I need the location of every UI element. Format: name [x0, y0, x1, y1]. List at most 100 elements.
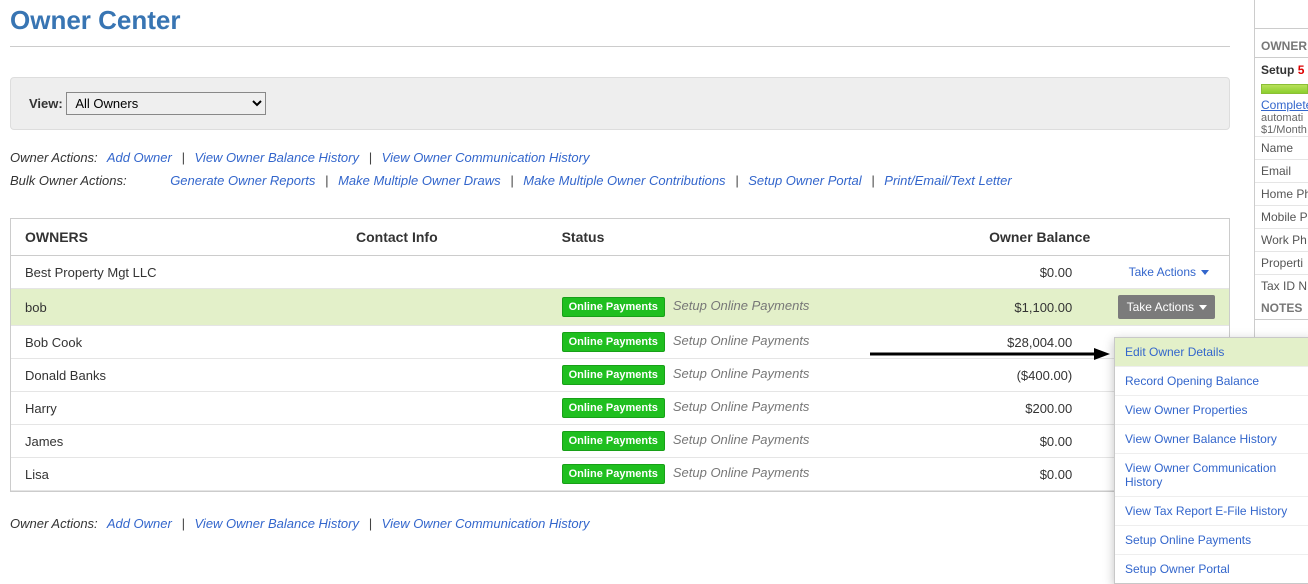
- status-cell: Online Payments Setup Online Payments: [548, 289, 964, 326]
- contact-info-cell: [342, 326, 548, 359]
- menu-item-view-owner-balance-history[interactable]: View Owner Balance History: [1115, 425, 1308, 454]
- view-filter-bar: View: All Owners: [10, 77, 1230, 130]
- online-payments-button[interactable]: Online Payments: [562, 365, 665, 385]
- setup-online-payments-link[interactable]: Setup Online Payments: [673, 333, 810, 348]
- separator: |: [181, 516, 184, 531]
- complete-link[interactable]: Complete: [1255, 98, 1308, 112]
- title-divider: [10, 46, 1230, 47]
- contact-info-cell: [342, 256, 548, 289]
- side-field-properti: Properti: [1255, 251, 1308, 274]
- menu-item-view-tax-report-e-file-history[interactable]: View Tax Report E-File History: [1115, 497, 1308, 526]
- side-title: OWNER: [1255, 35, 1308, 58]
- view-owner-balance-history-link[interactable]: View Owner Balance History: [195, 516, 360, 531]
- separator: |: [510, 173, 513, 188]
- online-payments-button[interactable]: Online Payments: [562, 297, 665, 317]
- status-cell: [548, 256, 964, 289]
- generate-owner-reports-link[interactable]: Generate Owner Reports: [170, 173, 315, 188]
- menu-item-setup-online-payments[interactable]: Setup Online Payments: [1115, 526, 1308, 555]
- owner-actions-line: Owner Actions: Add Owner | View Owner Ba…: [10, 150, 1230, 165]
- setup-online-payments-link[interactable]: Setup Online Payments: [673, 465, 810, 480]
- owner-actions-label: Owner Actions:: [10, 516, 98, 531]
- side-field-email: Email: [1255, 159, 1308, 182]
- status-cell: Online Payments Setup Online Payments: [548, 359, 964, 392]
- online-payments-button[interactable]: Online Payments: [562, 332, 665, 352]
- make-multiple-owner-contributions-link[interactable]: Make Multiple Owner Contributions: [523, 173, 725, 188]
- table-row: Harry Online Payments Setup Online Payment…: [11, 392, 1229, 425]
- table-row: LisaOnline PaymentsSetup Online Payments…: [11, 458, 1229, 491]
- owner-actions-label: Owner Actions:: [10, 150, 98, 165]
- owner-balance-cell: $200.00: [964, 392, 1104, 425]
- make-multiple-owner-draws-link[interactable]: Make Multiple Owner Draws: [338, 173, 501, 188]
- bulk-actions-line: Bulk Owner Actions: Generate Owner Repor…: [10, 173, 1230, 188]
- bulk-actions-label: Bulk Owner Actions:: [10, 173, 127, 188]
- view-owner-communication-history-link[interactable]: View Owner Communication History: [382, 516, 590, 531]
- notes-title: NOTES: [1255, 297, 1308, 320]
- view-label: View:: [29, 96, 63, 111]
- setup-online-payments-link[interactable]: Setup Online Payments: [673, 366, 810, 381]
- menu-item-record-opening-balance[interactable]: Record Opening Balance: [1115, 367, 1308, 396]
- owner-balance-cell: $1,100.00: [964, 289, 1104, 326]
- owner-name-cell: Harry: [11, 392, 342, 425]
- owner-name-cell: bob: [11, 289, 342, 326]
- setup-online-payments-link[interactable]: Setup Online Payments: [673, 298, 810, 313]
- actions-cell: Take Actions: [1104, 289, 1229, 326]
- setup-owner-portal-link[interactable]: Setup Owner Portal: [748, 173, 861, 188]
- take-actions-menu: Edit Owner DetailsRecord Opening Balance…: [1114, 337, 1308, 584]
- header-owner-balance: Owner Balance: [964, 219, 1104, 256]
- take-actions-button[interactable]: Take Actions: [1118, 262, 1215, 282]
- table-row: James Online Payments Setup Online Payment…: [11, 425, 1229, 458]
- header-contact-info: Contact Info: [342, 219, 548, 256]
- contact-info-cell: [342, 425, 548, 458]
- separator: |: [871, 173, 874, 188]
- owner-name-cell: Best Property Mgt LLC: [11, 256, 342, 289]
- caret-down-icon: [1201, 270, 1209, 275]
- separator: |: [369, 150, 372, 165]
- take-actions-button[interactable]: Take Actions: [1118, 295, 1215, 319]
- page-title: Owner Center: [10, 0, 1230, 46]
- add-owner-link[interactable]: Add Owner: [107, 516, 172, 531]
- header-actions: [1104, 219, 1229, 256]
- table-row: Donald Banks Online Payments Setup Online …: [11, 359, 1229, 392]
- owner-name-cell: Bob Cook: [11, 326, 342, 359]
- header-owners: OWNERS: [11, 219, 342, 256]
- owner-balance-cell: $0.00: [964, 458, 1104, 491]
- add-owner-link[interactable]: Add Owner: [107, 150, 172, 165]
- status-cell: Online Payments Setup Online Payments: [548, 425, 964, 458]
- side-field-tax-id-n: Tax ID N: [1255, 274, 1308, 297]
- setup-progress-label: Setup 5: [1255, 58, 1308, 82]
- owner-name-cell: Donald Banks: [11, 359, 342, 392]
- separator: |: [369, 516, 372, 531]
- header-status: Status: [548, 219, 964, 256]
- separator: |: [735, 173, 738, 188]
- owner-balance-cell: $0.00: [964, 256, 1104, 289]
- side-field-name: Name: [1255, 136, 1308, 159]
- online-payments-button[interactable]: Online Payments: [562, 398, 665, 418]
- menu-item-view-owner-communication-history[interactable]: View Owner Communication History: [1115, 454, 1308, 497]
- annotation-arrow: [870, 347, 1110, 361]
- setup-online-payments-link[interactable]: Setup Online Payments: [673, 432, 810, 447]
- menu-item-view-owner-properties[interactable]: View Owner Properties: [1115, 396, 1308, 425]
- view-owner-communication-history-link[interactable]: View Owner Communication History: [382, 150, 590, 165]
- menu-item-setup-owner-portal[interactable]: Setup Owner Portal: [1115, 555, 1308, 583]
- view-owner-balance-history-link[interactable]: View Owner Balance History: [195, 150, 360, 165]
- side-field-home-ph: Home Ph: [1255, 182, 1308, 205]
- menu-item-edit-owner-details[interactable]: Edit Owner Details: [1115, 338, 1308, 367]
- actions-cell: Take Actions: [1104, 256, 1229, 289]
- online-payments-button[interactable]: Online Payments: [562, 431, 665, 451]
- side-field-work-ph: Work Ph: [1255, 228, 1308, 251]
- separator: |: [325, 173, 328, 188]
- contact-info-cell: [342, 359, 548, 392]
- online-payments-button[interactable]: Online Payments: [562, 464, 665, 484]
- status-cell: Online Payments Setup Online Payments: [548, 392, 964, 425]
- owner-balance-cell: ($400.00): [964, 359, 1104, 392]
- contact-info-cell: [342, 458, 548, 491]
- print-email-text-letter-link[interactable]: Print/Email/Text Letter: [884, 173, 1011, 188]
- setup-online-payments-link[interactable]: Setup Online Payments: [673, 399, 810, 414]
- setup-progress-bar: [1261, 84, 1308, 94]
- table-row: bob Online Payments Setup Online Payments $…: [11, 289, 1229, 326]
- contact-info-cell: [342, 392, 548, 425]
- side-muted-text: automati: [1255, 112, 1308, 124]
- owner-balance-cell: $0.00: [964, 425, 1104, 458]
- owner-name-cell: James: [11, 425, 342, 458]
- view-select[interactable]: All Owners: [66, 92, 266, 115]
